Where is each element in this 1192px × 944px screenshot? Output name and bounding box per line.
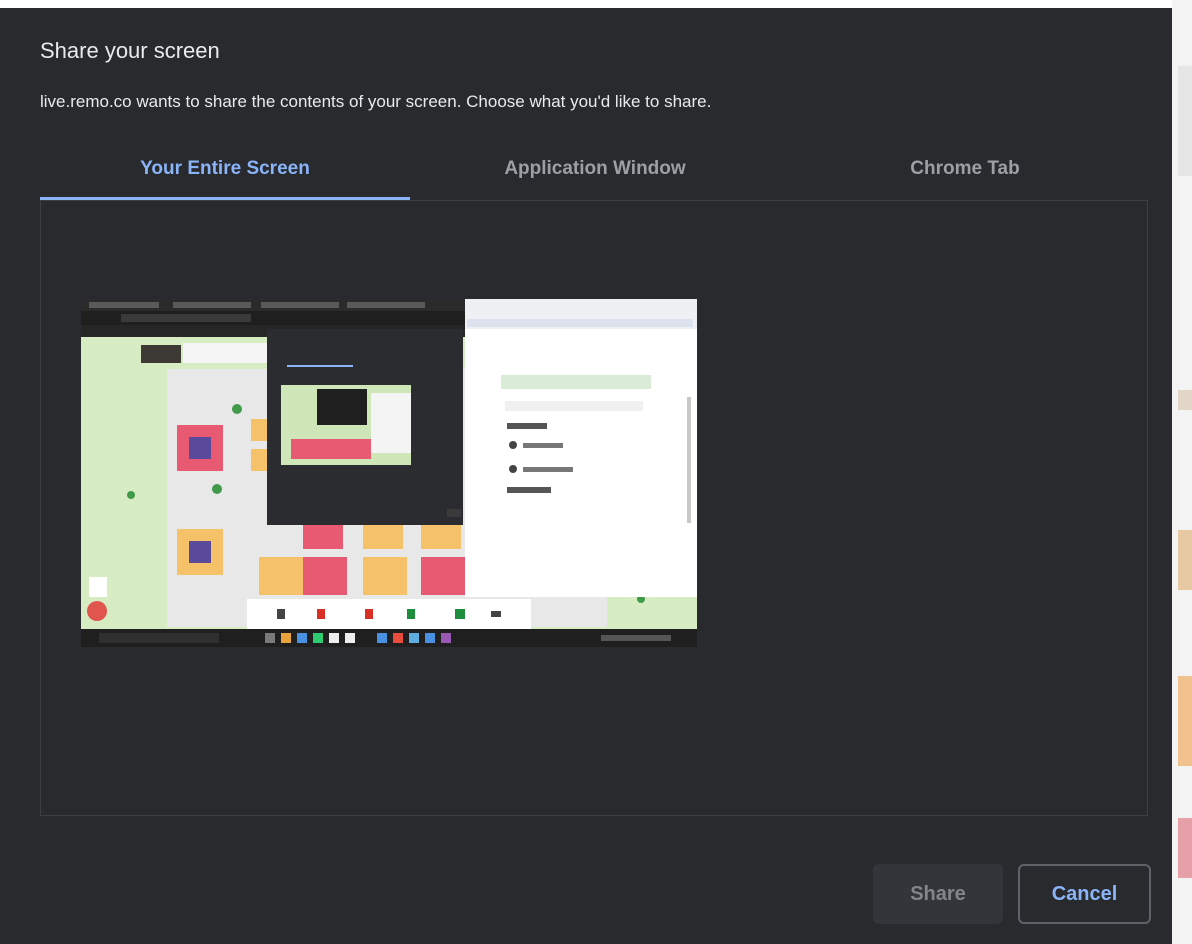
share-tabs: Your Entire Screen Application Window Ch…: [40, 148, 1150, 200]
dialog-description: live.remo.co wants to share the contents…: [40, 92, 712, 111]
tab-entire-screen[interactable]: Your Entire Screen: [40, 148, 410, 200]
screen-preview-image: [81, 299, 697, 647]
screen-thumbnail[interactable]: [81, 299, 697, 647]
background-window-edge: [1172, 0, 1192, 944]
share-source-list: [40, 200, 1148, 816]
dialog-title: Share your screen: [40, 38, 220, 63]
tab-application-window[interactable]: Application Window: [410, 148, 780, 200]
share-screen-dialog: Share your screen live.remo.co wants to …: [0, 8, 1172, 944]
tab-chrome-tab[interactable]: Chrome Tab: [780, 148, 1150, 200]
share-button[interactable]: Share: [873, 864, 1003, 924]
cancel-button[interactable]: Cancel: [1018, 864, 1151, 924]
